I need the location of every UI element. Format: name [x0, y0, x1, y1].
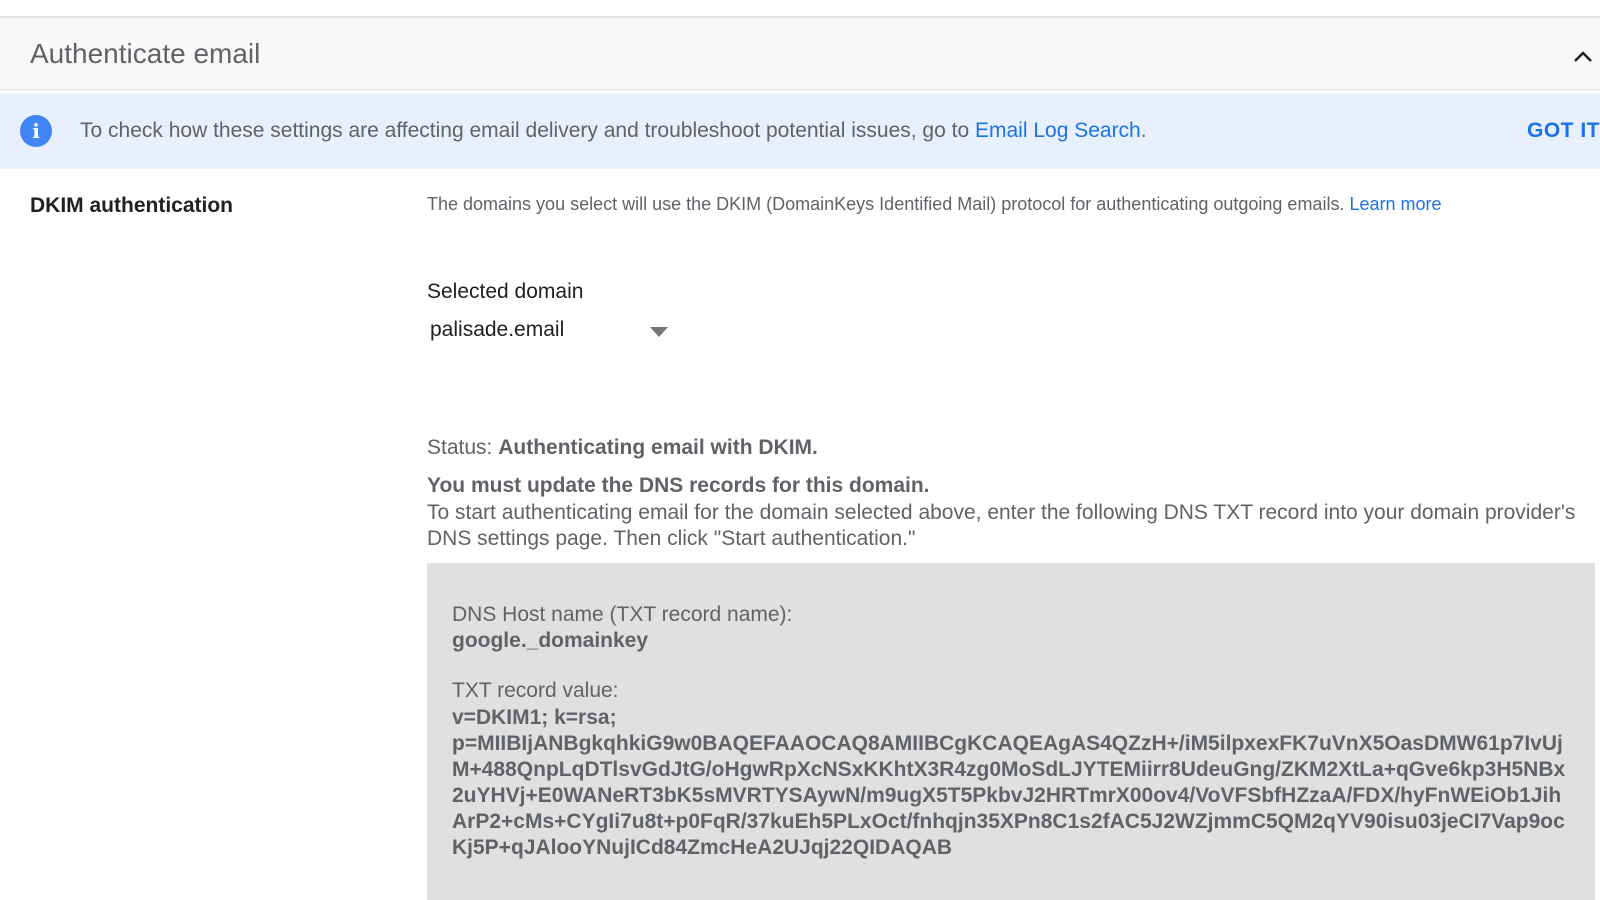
top-divider [0, 0, 1600, 18]
section-header[interactable]: Authenticate email [0, 18, 1600, 90]
status-value: Authenticating email with DKIM. [498, 436, 818, 459]
dns-host-value: google._domainkey [452, 629, 649, 652]
banner-suffix: . [1140, 119, 1147, 142]
info-icon: i [20, 115, 52, 147]
banner-message: To check how these settings are affectin… [80, 119, 1147, 143]
domain-select[interactable]: palisade.email [427, 314, 672, 348]
dns-host-label: DNS Host name (TXT record name): [452, 603, 793, 626]
dkim-authentication-label: DKIM authentication [30, 194, 233, 217]
banner-text: To check how these settings are affectin… [80, 119, 975, 142]
dns-record-box: DNS Host name (TXT record name): google.… [427, 563, 1595, 900]
email-log-search-link[interactable]: Email Log Search [975, 119, 1141, 142]
got-it-button[interactable]: GOT IT [1527, 119, 1600, 143]
dns-update-warning: You must update the DNS records for this… [427, 474, 930, 497]
section-title: Authenticate email [30, 38, 261, 69]
txt-record-header: v=DKIM1; k=rsa; [452, 706, 617, 729]
status-line: Status: Authenticating email with DKIM. [427, 436, 818, 460]
txt-record-key: p=MIIBIjANBgkqhkiG9w0BAQEFAAOCAQ8AMIIBCg… [452, 732, 1566, 859]
status-prefix: Status: [427, 436, 499, 459]
selected-domain-label: Selected domain [427, 280, 584, 303]
dns-instructions: To start authenticating email for the do… [427, 501, 1576, 550]
domain-select-value: palisade.email [430, 318, 565, 341]
dkim-description-text: The domains you select will use the DKIM… [427, 194, 1350, 214]
learn-more-link[interactable]: Learn more [1349, 194, 1441, 214]
chevron-up-icon[interactable] [1570, 44, 1596, 70]
dkim-description: The domains you select will use the DKIM… [427, 194, 1442, 215]
dropdown-arrow-icon [650, 327, 668, 337]
info-banner: i To check how these settings are affect… [0, 93, 1600, 169]
txt-record-value: v=DKIM1; k=rsa; p=MIIBIjANBgkqhkiG9w0BAQ… [452, 705, 1572, 861]
txt-record-label: TXT record value: [452, 679, 619, 702]
